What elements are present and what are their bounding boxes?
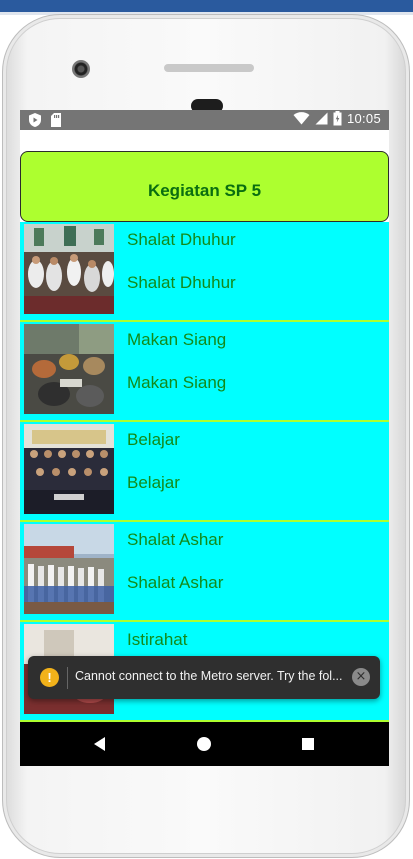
list-item[interactable]: Belajar Belajar bbox=[20, 422, 389, 522]
header-banner: Kegiatan SP 5 bbox=[20, 151, 389, 222]
activity-subtitle: Shalat Ashar bbox=[127, 573, 224, 592]
activity-subtitle: Belajar bbox=[127, 473, 180, 492]
activity-list[interactable]: Shalat Dhuhur Shalat Dhuhur Makan Siang bbox=[20, 222, 389, 722]
list-item[interactable]: Makan Siang Makan Siang bbox=[20, 322, 389, 422]
list-item[interactable]: Shalat Dhuhur Shalat Dhuhur bbox=[20, 222, 389, 322]
status-time: 10:05 bbox=[346, 111, 381, 126]
page-title: Kegiatan SP 5 bbox=[147, 180, 262, 200]
activity-title: Istirahat bbox=[127, 630, 188, 649]
phone-screen: 10:05 Kegiatan SP 5 Shalat Dhuhur Shalat… bbox=[20, 110, 389, 766]
lunch-photo bbox=[24, 324, 114, 414]
toast-message: Cannot connect to the Metro server. Try … bbox=[75, 669, 343, 683]
sd-card-icon bbox=[51, 113, 61, 127]
close-icon[interactable]: × bbox=[352, 668, 370, 686]
status-bar: 10:05 bbox=[20, 110, 389, 130]
activity-title: Belajar bbox=[127, 430, 180, 449]
front-camera bbox=[72, 60, 90, 78]
class-group-photo bbox=[24, 424, 114, 514]
activity-title: Makan Siang bbox=[127, 330, 227, 349]
toast-divider bbox=[67, 667, 68, 689]
activity-title: Shalat Dhuhur bbox=[127, 230, 236, 249]
activity-subtitle: Shalat Dhuhur bbox=[127, 273, 236, 292]
warning-icon: ! bbox=[40, 668, 59, 687]
signal-icon bbox=[315, 112, 328, 125]
back-icon[interactable] bbox=[94, 737, 105, 751]
activity-title: Shalat Ashar bbox=[127, 530, 224, 549]
play-protect-icon bbox=[29, 113, 41, 127]
list-item[interactable]: Shalat Ashar Shalat Ashar bbox=[20, 522, 389, 622]
home-icon[interactable] bbox=[197, 737, 211, 751]
navigation-bar bbox=[20, 722, 389, 766]
browser-top-strip bbox=[0, 0, 413, 12]
activity-subtitle: Makan Siang bbox=[127, 373, 227, 392]
error-toast[interactable]: ! Cannot connect to the Metro server. Tr… bbox=[28, 656, 380, 699]
battery-icon bbox=[333, 111, 342, 126]
recents-icon[interactable] bbox=[302, 738, 314, 750]
outdoor-prayer-photo bbox=[24, 524, 114, 614]
prayer-hall-photo bbox=[24, 224, 114, 314]
wifi-icon bbox=[293, 112, 310, 125]
earpiece-speaker bbox=[164, 64, 254, 72]
